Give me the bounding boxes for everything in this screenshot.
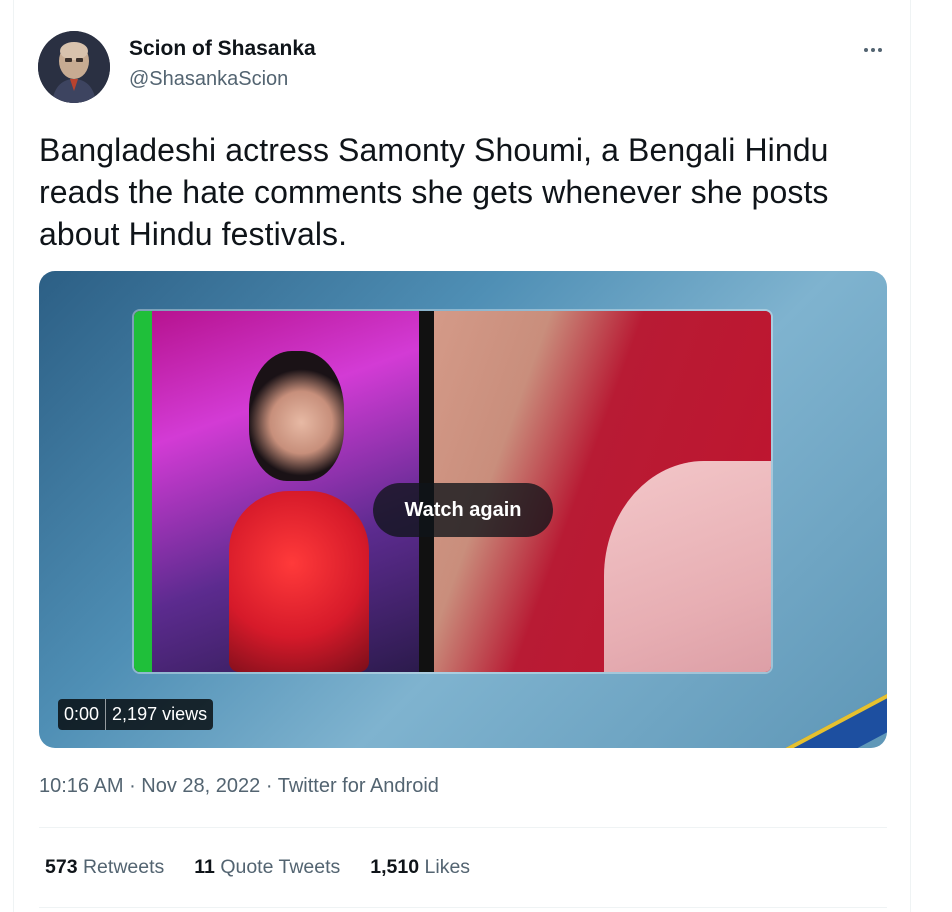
tweet-date[interactable]: Nov 28, 2022 xyxy=(141,775,260,797)
avatar[interactable] xyxy=(38,31,110,103)
retweets-label: Retweets xyxy=(82,856,165,878)
phone-stripe xyxy=(134,311,152,672)
video-time: 0:00 xyxy=(58,699,107,730)
quote-tweets-stat[interactable]: 11 Quote Tweets xyxy=(194,856,340,879)
video-graphic-band xyxy=(674,684,887,748)
watch-again-button[interactable]: Watch again xyxy=(373,483,553,537)
tweet-text: Bangladeshi actress Samonty Shoumi, a Be… xyxy=(39,132,829,252)
more-horizontal-icon xyxy=(878,48,882,52)
likes-stat[interactable]: 1,510 Likes xyxy=(370,856,470,879)
divider xyxy=(39,907,887,908)
video-figure-body xyxy=(229,491,369,672)
likes-label: Likes xyxy=(424,856,471,878)
quote-tweets-label: Quote Tweets xyxy=(220,856,341,878)
video-figure-head xyxy=(249,351,344,481)
retweets-stat[interactable]: 573 Retweets xyxy=(45,856,164,879)
meta-separator: · xyxy=(123,775,142,797)
avatar-image xyxy=(38,31,110,103)
quote-tweets-count: 11 xyxy=(194,856,215,878)
tweet-source[interactable]: Twitter for Android xyxy=(278,775,439,797)
more-horizontal-icon xyxy=(871,48,875,52)
retweets-count: 573 xyxy=(45,856,78,878)
video-views: 2,197 views xyxy=(112,704,208,724)
author-display-name[interactable]: Scion of Shasanka xyxy=(129,37,316,61)
more-horizontal-icon xyxy=(864,48,868,52)
video-player[interactable]: Watch again 0:00 2,197 views xyxy=(39,271,887,748)
tweet-time[interactable]: 10:16 AM xyxy=(39,775,124,797)
tweet-meta: 10:16 AM · Nov 28, 2022 · Twitter for An… xyxy=(39,775,439,798)
meta-separator: · xyxy=(260,775,278,797)
author-handle[interactable]: @ShasankaScion xyxy=(129,68,288,91)
more-options-button[interactable] xyxy=(856,36,890,64)
video-info-badge: 0:00 2,197 views xyxy=(58,699,214,730)
likes-count: 1,510 xyxy=(370,856,420,878)
tweet-stats: 573 Retweets 11 Quote Tweets 1,510 Likes xyxy=(45,856,470,879)
divider xyxy=(39,827,887,828)
